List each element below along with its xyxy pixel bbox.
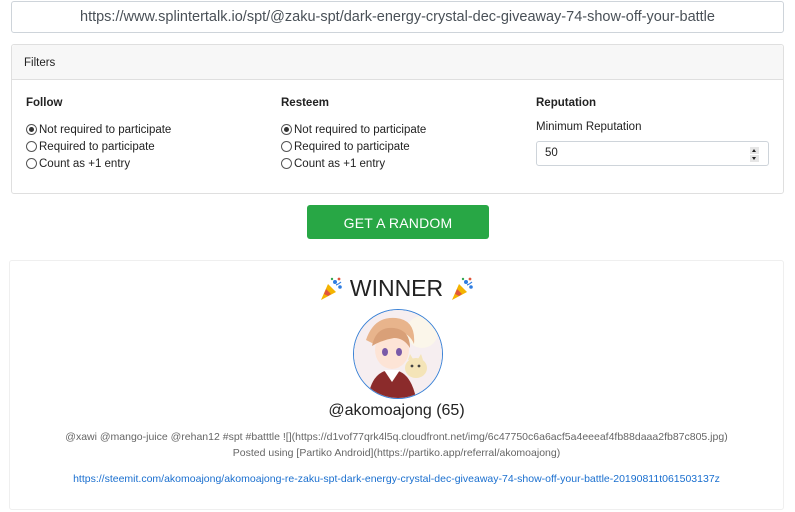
winner-title-text: WINNER xyxy=(349,275,444,301)
resteem-option-extra-entry[interactable]: Count as +1 entry xyxy=(281,155,426,172)
resteem-option-not-required[interactable]: Not required to participate xyxy=(281,121,426,138)
party-popper-icon xyxy=(452,277,473,300)
minimum-reputation-label: Minimum Reputation xyxy=(536,121,642,133)
reputation-filter: Reputation Minimum Reputation 50 xyxy=(536,97,769,166)
option-label: Count as +1 entry xyxy=(39,157,131,170)
follow-option-not-required[interactable]: Not required to participate xyxy=(26,121,171,138)
winner-avatar xyxy=(353,309,443,399)
follow-option-extra-entry[interactable]: Count as +1 entry xyxy=(26,155,171,172)
minimum-reputation-input[interactable]: 50 xyxy=(536,141,769,166)
comment-line: Posted using [Partiko Android](https://p… xyxy=(232,447,561,459)
option-label: Required to participate xyxy=(294,140,410,153)
follow-filter: Follow Not required to participate Requi… xyxy=(26,97,171,172)
follow-option-required[interactable]: Required to participate xyxy=(26,138,171,155)
decrement-icon[interactable] xyxy=(750,155,759,162)
radio-checked-icon[interactable] xyxy=(26,124,37,135)
winner-comment-link[interactable]: https://steemit.com/akomoajong/akomoajon… xyxy=(10,473,783,485)
number-spinner[interactable] xyxy=(750,147,759,162)
radio-icon[interactable] xyxy=(281,158,292,169)
post-url-input[interactable]: https://www.splintertalk.io/spt/@zaku-sp… xyxy=(11,1,784,33)
radio-icon[interactable] xyxy=(26,141,37,152)
winner-heading: WINNER xyxy=(10,275,783,302)
option-label: Required to participate xyxy=(39,140,155,153)
resteem-option-required[interactable]: Required to participate xyxy=(281,138,426,155)
winner-card: WINNER @akomoajong (65) @xawi @mango-jui… xyxy=(9,260,784,510)
option-label: Not required to participate xyxy=(39,123,172,136)
party-popper-icon xyxy=(320,277,342,300)
minimum-reputation-value: 50 xyxy=(545,147,558,159)
radio-checked-icon[interactable] xyxy=(281,124,292,135)
resteem-title: Resteem xyxy=(281,97,329,109)
winner-comment-text: @xawi @mango-juice @rehan12 #spt #batttl… xyxy=(10,429,783,461)
anime-avatar-image xyxy=(354,310,442,398)
option-label: Count as +1 entry xyxy=(294,157,386,170)
resteem-filter: Resteem Not required to participate Requ… xyxy=(281,97,426,172)
comment-line: @xawi @mango-juice @rehan12 #spt #batttl… xyxy=(65,431,728,443)
winner-username: @akomoajong (65) xyxy=(328,402,465,419)
follow-title: Follow xyxy=(26,97,63,109)
radio-icon[interactable] xyxy=(281,141,292,152)
filters-header: Filters xyxy=(12,45,783,80)
radio-icon[interactable] xyxy=(26,158,37,169)
get-random-winner-button[interactable]: GET A RANDOM WINNER xyxy=(307,205,489,265)
reputation-title: Reputation xyxy=(536,97,597,109)
option-label: Not required to participate xyxy=(294,123,427,136)
filters-panel: Filters Follow Not required to participa… xyxy=(11,44,784,194)
increment-icon[interactable] xyxy=(750,147,759,154)
